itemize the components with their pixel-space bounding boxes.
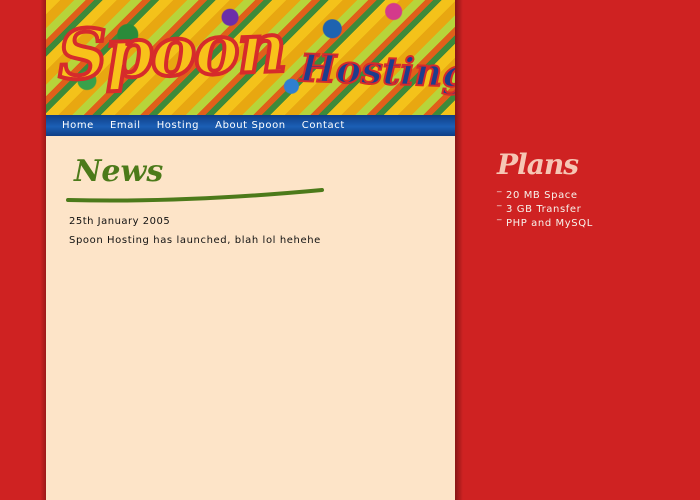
dash-icon: ‾: [497, 205, 503, 215]
plan-label: 20 MB Space: [506, 190, 578, 201]
nav-about-link[interactable]: About Spoon: [215, 120, 286, 131]
nav-contact-link[interactable]: Contact: [302, 120, 345, 131]
news-underline-stroke: [66, 188, 324, 203]
plans-heading: Plans: [497, 148, 579, 181]
nav-email-link[interactable]: Email: [110, 120, 141, 131]
news-date: 25th January 2005: [69, 216, 171, 227]
nav-home-link[interactable]: Home: [62, 120, 94, 131]
news-heading: News: [74, 154, 164, 189]
nav-hosting-link[interactable]: Hosting: [157, 120, 199, 131]
logo-sub-text: Hosting: [298, 44, 455, 97]
header-banner: Spoon Hosting: [46, 0, 455, 115]
dash-icon: ‾: [497, 191, 503, 201]
plan-item: ‾ 20 MB Space: [497, 190, 593, 204]
logo-main-text: Spoon: [55, 6, 288, 98]
plan-label: PHP and MySQL: [506, 218, 593, 229]
plans-list: ‾ 20 MB Space ‾ 3 GB Transfer ‾ PHP and …: [497, 190, 593, 232]
main-nav: Home Email Hosting About Spoon Contact: [46, 115, 455, 136]
plan-item: ‾ 3 GB Transfer: [497, 204, 593, 218]
content-panel: News 25th January 2005 Spoon Hosting has…: [46, 136, 455, 500]
column-shadow-right: [455, 0, 463, 500]
news-body: Spoon Hosting has launched, blah lol heh…: [69, 235, 321, 246]
dash-icon: ‾: [497, 219, 503, 229]
plan-label: 3 GB Transfer: [506, 204, 582, 215]
plan-item: ‾ PHP and MySQL: [497, 218, 593, 232]
